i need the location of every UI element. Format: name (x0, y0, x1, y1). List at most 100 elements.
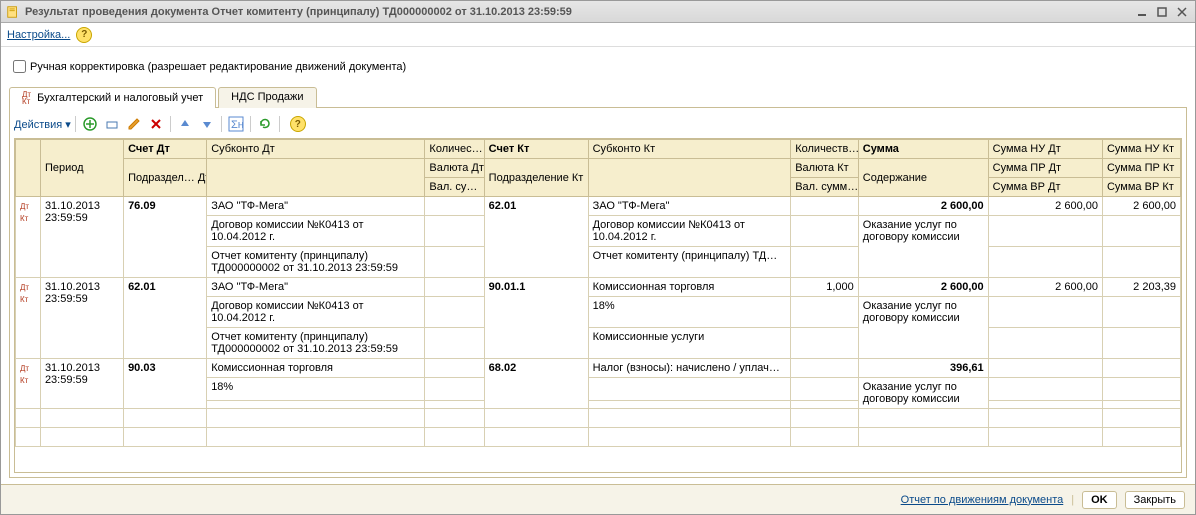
cell-sum-nu-dt (988, 359, 1102, 378)
table-row[interactable]: ДтКт31.10.2013 23:59:5976.09ЗАО "ТФ-Мега… (16, 197, 1181, 216)
delete-icon[interactable] (146, 114, 166, 134)
cell-sum-vr-dt (988, 247, 1102, 278)
cell-acct-dt: 76.09 (124, 197, 207, 278)
refresh-icon[interactable] (255, 114, 275, 134)
move-down-icon[interactable] (197, 114, 217, 134)
cell-subc-dt: Отчет комитенту (принципалу) ТД000000002… (207, 328, 425, 359)
hdr-dept-kt[interactable]: Подразделение Кт (484, 159, 588, 197)
cell-subc-dt: ЗАО "ТФ-Мега" (207, 278, 425, 297)
hdr-currency-dt[interactable]: Валюта Дт (425, 159, 484, 178)
report-link[interactable]: Отчет по движениям документа (901, 494, 1064, 506)
close-button[interactable]: Закрыть (1125, 491, 1185, 509)
dt-kt-icon: ДтКт (20, 283, 29, 304)
hdr-qty-kt[interactable]: Количеств… (791, 140, 859, 159)
tab-accounting[interactable]: ДтКт Бухгалтерский и налоговый учет (9, 87, 216, 108)
cell-period: 31.10.2013 23:59:59 (40, 278, 123, 359)
hdr-qty-dt[interactable]: Количес… (425, 140, 484, 159)
cell-subc-kt: Договор комиссии №К0413 от 10.04.2012 г. (588, 216, 791, 247)
table-row-empty (16, 409, 1181, 428)
cell-subc-kt: Комиссионная торговля (588, 278, 791, 297)
hdr-currency-kt[interactable]: Валюта Кт (791, 159, 859, 178)
cell-period: 31.10.2013 23:59:59 (40, 197, 123, 278)
cell-sum-vr-kt (1102, 400, 1180, 408)
pencil-icon[interactable] (124, 114, 144, 134)
cell-subc-dt: Договор комиссии №К0413 от 10.04.2012 г. (207, 297, 425, 328)
cell-sum-vr-dt (988, 400, 1102, 408)
toolbar-help-icon[interactable]: ? (290, 116, 306, 132)
hdr-acct-dt[interactable]: Счет Дт (124, 140, 207, 159)
hdr-sum-nu-dt[interactable]: Сумма НУ Дт (988, 140, 1102, 159)
cell-sum-pr-kt (1102, 216, 1180, 247)
help-icon[interactable]: ? (76, 27, 92, 43)
move-up-icon[interactable] (175, 114, 195, 134)
hdr-valsum-dt[interactable]: Вал. су… (425, 178, 484, 197)
postings-grid: Период Счет Дт Субконто Дт Количес… Счет… (15, 139, 1181, 447)
grid-toolbar: Действия ▾ Σн ? (14, 112, 1182, 138)
svg-text:Σн: Σн (231, 119, 244, 131)
minimize-button[interactable] (1133, 4, 1151, 20)
cell-currency-dt (425, 216, 484, 247)
cell-sum-nu-dt: 2 600,00 (988, 278, 1102, 297)
cell-subc-dt: Отчет комитенту (принципалу) ТД000000002… (207, 247, 425, 278)
cell-sum-vr-dt (988, 328, 1102, 359)
actions-dropdown[interactable]: Действия ▾ (14, 118, 71, 131)
cell-sum-vr-kt (1102, 328, 1180, 359)
bottom-bar: Отчет по движениям документа | OK Закрыт… (1, 484, 1195, 514)
hdr-valsum-kt[interactable]: Вал. сумм… (791, 178, 859, 197)
ok-button[interactable]: OK (1082, 491, 1117, 509)
hdr-sum-vr-kt[interactable]: Сумма ВР Кт (1102, 178, 1180, 197)
cell-qty-dt (425, 359, 484, 378)
cell-sum: 2 600,00 (858, 278, 988, 297)
cell-descr: Оказание услуг по договору комиссии (858, 378, 988, 409)
hdr-subc-kt[interactable]: Субконто Кт (588, 140, 791, 159)
cell-valsum-dt (425, 328, 484, 359)
hdr-subc-dt[interactable]: Субконто Дт (207, 140, 425, 159)
grid-header: Период Счет Дт Субконто Дт Количес… Счет… (16, 140, 1181, 197)
hdr-sum-pr-kt[interactable]: Сумма ПР Кт (1102, 159, 1180, 178)
edit-icon[interactable] (102, 114, 122, 134)
hdr-sum-pr-dt[interactable]: Сумма ПР Дт (988, 159, 1102, 178)
cell-subc-dt: Комиссионная торговля (207, 359, 425, 378)
hdr-dept-dt[interactable]: Подраздел… Дт (124, 159, 207, 197)
cell-acct-kt: 68.02 (484, 359, 588, 409)
manual-correction-row[interactable]: Ручная корректировка (разрешает редактир… (9, 57, 1187, 76)
close-window-button[interactable] (1173, 4, 1191, 20)
table-row-empty (16, 428, 1181, 447)
cell-subc-kt (588, 378, 791, 401)
hdr-sum[interactable]: Сумма (858, 140, 988, 159)
manual-correction-checkbox[interactable] (13, 60, 26, 73)
table-row[interactable]: ДтКт31.10.2013 23:59:5962.01ЗАО "ТФ-Мега… (16, 278, 1181, 297)
dt-kt-icon: ДтКт (22, 91, 31, 105)
hdr-sum-vr-dt[interactable]: Сумма ВР Дт (988, 178, 1102, 197)
cell-sum: 396,61 (858, 359, 988, 378)
tab-vat-sales[interactable]: НДС Продажи (218, 87, 316, 108)
cell-sum-pr-kt (1102, 297, 1180, 328)
titlebar: Результат проведения документа Отчет ком… (1, 1, 1195, 23)
sigma-icon[interactable]: Σн (226, 114, 246, 134)
cell-sum: 2 600,00 (858, 197, 988, 216)
cell-sum-pr-dt (988, 378, 1102, 401)
cell-sum-pr-dt (988, 297, 1102, 328)
cell-currency-kt (791, 297, 859, 328)
window-title: Результат проведения документа Отчет ком… (25, 6, 572, 18)
maximize-button[interactable] (1153, 4, 1171, 20)
cell-valsum-dt (425, 400, 484, 408)
hdr-descr[interactable]: Содержание (858, 159, 988, 197)
hdr-acct-kt[interactable]: Счет Кт (484, 140, 588, 159)
cell-subc-dt: 18% (207, 378, 425, 401)
table-row[interactable]: ДтКт31.10.2013 23:59:5990.03Комиссионная… (16, 359, 1181, 378)
content-area: Ручная корректировка (разрешает редактир… (1, 47, 1195, 484)
cell-acct-kt: 62.01 (484, 197, 588, 278)
hdr-sum-nu-kt[interactable]: Сумма НУ Кт (1102, 140, 1180, 159)
settings-link[interactable]: Настройка... (7, 29, 70, 41)
cell-subc-kt: Отчет комитенту (принципалу) ТД… (588, 247, 791, 278)
hdr-period[interactable]: Период (40, 140, 123, 197)
cell-subc-kt: Комиссионные услуги (588, 328, 791, 359)
document-icon (5, 4, 21, 20)
cell-valsum-dt (425, 247, 484, 278)
cell-currency-kt (791, 216, 859, 247)
tab-strip: ДтКт Бухгалтерский и налоговый учет НДС … (9, 86, 1187, 108)
add-icon[interactable] (80, 114, 100, 134)
cell-sum-nu-kt: 2 203,39 (1102, 278, 1180, 297)
cell-sum-pr-dt (988, 216, 1102, 247)
